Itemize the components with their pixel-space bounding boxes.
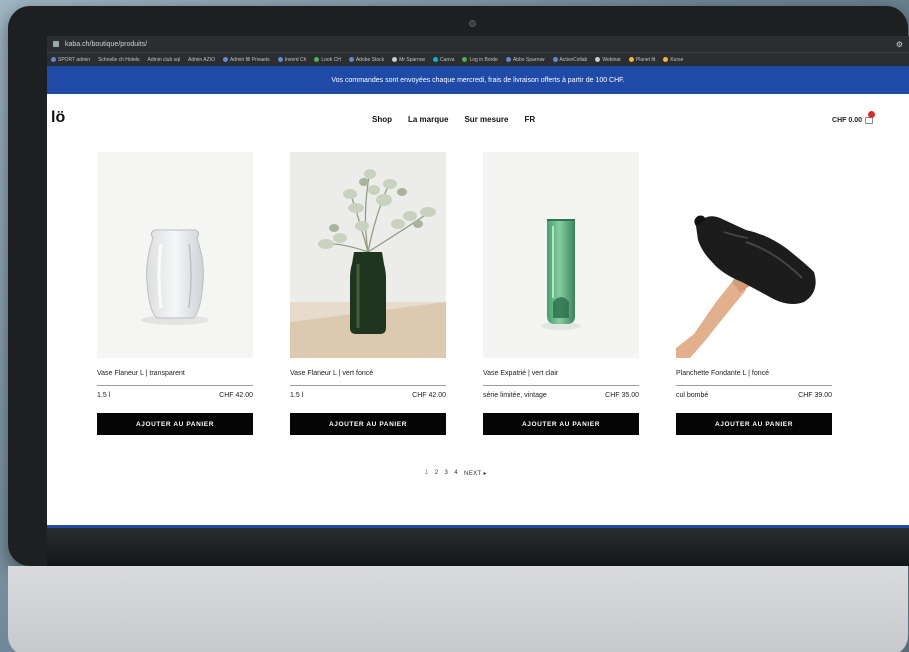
monitor-chin: [8, 566, 908, 652]
clear-vase-illustration: [141, 229, 209, 325]
cart-badge: [868, 111, 875, 118]
bookmark-item[interactable]: Inverd Ch: [277, 57, 306, 63]
glass-board-in-hand-illustration: [676, 215, 816, 358]
bookmark-item[interactable]: Mr Sparrow: [392, 57, 425, 63]
add-to-cart-button[interactable]: AJOUTER AU PANIER: [483, 413, 639, 435]
dark-green-vase-illustration: [290, 169, 446, 358]
product-meta: cul bombé CHF 39.00: [676, 392, 832, 399]
site-favicon-icon: [53, 41, 59, 47]
product-price: CHF 35.00: [605, 392, 639, 399]
product-title[interactable]: Vase Flaneur L | transparent: [97, 370, 253, 377]
divider: [290, 385, 446, 386]
main-nav: Shop La marque Sur mesure FR: [372, 115, 535, 124]
add-to-cart-button[interactable]: AJOUTER AU PANIER: [676, 413, 832, 435]
divider: [676, 385, 832, 386]
bookmark-icon: [314, 57, 320, 62]
url-text[interactable]: kaba.ch/boutique/produits/: [65, 41, 147, 48]
bookmark-icon: [462, 57, 468, 62]
product-title[interactable]: Vase Expatrié | vert clair: [483, 370, 639, 377]
nav-sur-mesure[interactable]: Sur mesure: [464, 115, 508, 124]
product-title[interactable]: Vase Flaneur L | vert foncé: [290, 370, 446, 377]
product-price: CHF 42.00: [219, 392, 253, 399]
screen-bezel-bottom: [47, 528, 909, 566]
bookmark-item[interactable]: Admin AZIO: [188, 57, 215, 63]
product-volume: cul bombé: [676, 392, 709, 399]
bookmark-item[interactable]: Look CH: [314, 57, 341, 63]
bookmark-icon: [51, 57, 56, 62]
webcam-icon: [469, 20, 476, 27]
bookmark-item[interactable]: ActiveCollab: [552, 57, 587, 63]
bookmark-item[interactable]: Canva: [433, 57, 454, 63]
bookmark-icon: [505, 57, 511, 62]
light-green-vase-illustration: [541, 219, 581, 330]
bookmark-item[interactable]: Kurse: [663, 57, 683, 63]
cart-icon: [865, 111, 875, 125]
address-bar[interactable]: kaba.ch/boutique/produits/ ⚙: [47, 36, 909, 52]
bookmark-item[interactable]: Admin club sql: [147, 57, 180, 63]
product-card: Vase Flaneur L | vert foncé 1.5 l CHF 42…: [290, 152, 446, 435]
product-volume: 1.5 l: [290, 392, 304, 399]
extension-icon[interactable]: ⚙: [896, 40, 903, 49]
product-price: CHF 39.00: [798, 392, 832, 399]
cart-total: CHF 0.00: [832, 116, 862, 124]
next-page-link[interactable]: NEXT ▸: [464, 470, 487, 477]
product-volume: série limitée, vintage: [483, 392, 547, 399]
divider: [483, 385, 639, 386]
bookmark-item[interactable]: Planet fit: [628, 57, 655, 63]
product-card: Vase Flaneur L | transparent 1.5 l CHF 4…: [97, 152, 253, 435]
bookmark-icon: [433, 57, 439, 62]
bookmark-item[interactable]: Admin fill Privaets: [222, 57, 270, 63]
language-switch[interactable]: FR: [525, 115, 536, 124]
product-card: Vase Expatrié | vert clair série limitée…: [483, 152, 639, 435]
product-meta: 1.5 l CHF 42.00: [290, 392, 446, 399]
product-title[interactable]: Planchette Fondante L | foncé: [676, 370, 832, 377]
product-image-glass-board[interactable]: [676, 152, 832, 358]
product-image-light-green-vase[interactable]: [483, 152, 639, 358]
banner-text: Vos commandes sont envoyées chaque mercr…: [331, 76, 625, 84]
bookmark-item[interactable]: Abbo Sparrow: [505, 57, 545, 63]
bookmark-icon: [392, 57, 398, 62]
product-image-clear-vase[interactable]: [97, 152, 253, 358]
bookmark-item[interactable]: Adobe Stock: [348, 57, 384, 63]
add-to-cart-button[interactable]: AJOUTER AU PANIER: [97, 413, 253, 435]
bookmark-icon: [663, 57, 669, 62]
cart-button[interactable]: CHF 0.00: [832, 111, 875, 125]
shipping-banner: Vos commandes sont envoyées chaque mercr…: [47, 66, 909, 94]
footer-accent-line: [47, 525, 909, 528]
bookmark-item[interactable]: Schnelle ch Hotels: [98, 57, 139, 63]
product-meta: série limitée, vintage CHF 35.00: [483, 392, 639, 399]
product-card: Planchette Fondante L | foncé cul bombé …: [676, 152, 832, 435]
product-volume: 1.5 l: [97, 392, 111, 399]
bookmark-icon: [628, 57, 634, 62]
product-meta: 1.5 l CHF 42.00: [97, 392, 253, 399]
bookmark-item[interactable]: Webinar: [595, 57, 621, 63]
bookmarks-bar: SPORT admin Schnelle ch Hotels Admin clu…: [47, 52, 909, 66]
divider: [97, 385, 253, 386]
page-link-4[interactable]: 4: [454, 470, 458, 477]
nav-shop[interactable]: Shop: [372, 115, 392, 124]
bookmark-item[interactable]: Log in Borde: [462, 57, 498, 63]
bookmark-icon: [277, 57, 283, 62]
bookmark-item[interactable]: SPORT admin: [51, 57, 90, 63]
bookmark-icon: [595, 57, 601, 62]
product-image-dark-green-vase[interactable]: [290, 152, 446, 358]
pagination: 1 2 3 4 NEXT ▸: [425, 470, 487, 477]
bookmark-icon: [552, 57, 558, 62]
product-price: CHF 42.00: [412, 392, 446, 399]
page-link-1[interactable]: 1: [425, 470, 429, 477]
page-link-2[interactable]: 2: [435, 470, 439, 477]
add-to-cart-button[interactable]: AJOUTER AU PANIER: [290, 413, 446, 435]
cart-bag-shape: [865, 117, 873, 124]
site-header: lö Shop La marque Sur mesure FR CHF 0.00: [47, 94, 909, 148]
browser-screen: kaba.ch/boutique/produits/ ⚙ SPORT admin…: [47, 36, 909, 528]
nav-la-marque[interactable]: La marque: [408, 115, 448, 124]
site-logo[interactable]: lö: [51, 109, 65, 127]
bookmark-icon: [222, 57, 228, 62]
product-grid: Vase Flaneur L | transparent 1.5 l CHF 4…: [97, 152, 832, 435]
page-link-3[interactable]: 3: [445, 470, 449, 477]
bookmark-icon: [348, 57, 354, 62]
